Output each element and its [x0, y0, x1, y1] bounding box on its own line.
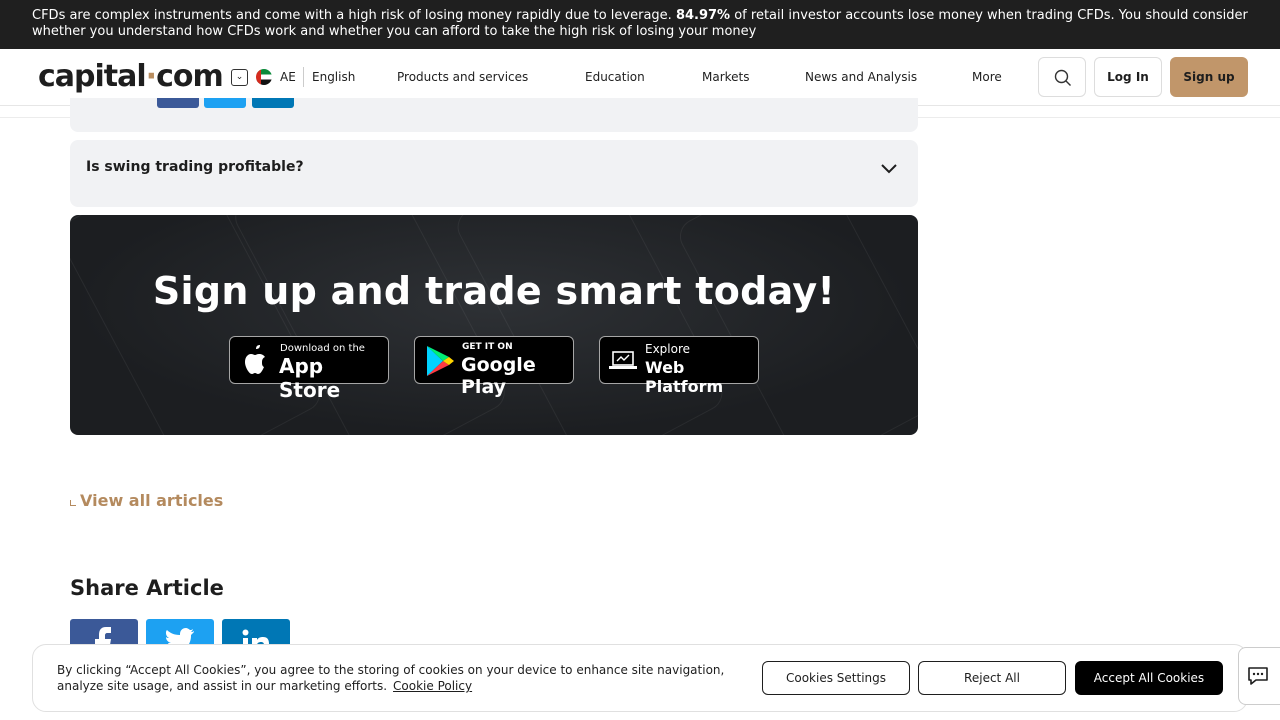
reject-all-button[interactable]: Reject All [918, 661, 1066, 695]
web-platform-button[interactable]: Explore Web Platform [599, 336, 759, 396]
chevron-down-icon[interactable] [880, 162, 898, 176]
chat-support-button[interactable] [1238, 647, 1280, 705]
app-store-big: App Store [279, 354, 341, 402]
nav-products-and-services[interactable]: Products and services [397, 70, 528, 84]
signup-promo-banner: Sign up and trade smart today! Download … [70, 215, 918, 435]
banner-title: Sign up and trade smart today! [152, 269, 836, 313]
google-play-big: Google Play [461, 354, 536, 398]
risk-warning-bar: CFDs are complex instruments and come wi… [0, 0, 1280, 49]
apple-icon [245, 345, 265, 374]
nav-education[interactable]: Education [585, 70, 645, 84]
cookies-settings-button[interactable]: Cookies Settings [762, 661, 910, 695]
faq-question[interactable]: Is swing trading profitable? [86, 159, 304, 175]
region-code[interactable]: AE [280, 70, 296, 84]
language-separator [303, 67, 304, 87]
faq-linkedin-share-icon[interactable] [252, 98, 294, 108]
corner-arrow-icon [70, 500, 76, 506]
app-store-button[interactable]: Download on the App Store [229, 336, 389, 402]
web-platform-big: Web Platform [645, 358, 724, 396]
uae-flag-icon[interactable] [256, 69, 272, 85]
view-all-articles-link[interactable]: View all articles [70, 491, 223, 510]
chat-icon [1248, 667, 1268, 685]
cookie-consent-banner: By clicking “Accept All Cookies”, you ag… [32, 644, 1248, 712]
accept-all-cookies-button[interactable]: Accept All Cookies [1075, 661, 1223, 695]
login-button[interactable]: Log In [1094, 57, 1162, 97]
nav-news-and-analysis[interactable]: News and Analysis [805, 70, 917, 84]
nav-more[interactable]: More [972, 70, 1002, 84]
google-play-button[interactable]: GET IT ON Google Play [414, 336, 574, 398]
nav-markets[interactable]: Markets [702, 70, 750, 84]
app-store-small: Download on the [280, 343, 365, 354]
logo[interactable]: capital·com [38, 59, 224, 94]
faq-item[interactable]: Is swing trading profitable? [70, 140, 918, 207]
cookie-consent-text: By clicking “Accept All Cookies”, you ag… [57, 663, 725, 693]
signup-button[interactable]: Sign up [1170, 57, 1248, 97]
web-platform-small: Explore [645, 342, 691, 356]
cookie-policy-link[interactable]: Cookie Policy [393, 679, 472, 693]
risk-percent: 84.97% [675, 8, 731, 23]
language-selector[interactable]: English [312, 70, 355, 84]
risk-warning-text: CFDs are complex instruments and come wi… [32, 8, 676, 23]
faq-twitter-share-icon[interactable] [204, 98, 246, 108]
laptop-icon [609, 351, 637, 369]
search-icon [1054, 69, 1071, 86]
google-play-icon [427, 346, 454, 376]
google-play-small: GET IT ON [462, 342, 513, 352]
share-article-title: Share Article [70, 576, 224, 600]
faq-facebook-share-icon[interactable] [157, 98, 199, 108]
region-dropdown-icon[interactable]: ⌄ [231, 69, 248, 86]
search-button[interactable] [1038, 57, 1086, 97]
